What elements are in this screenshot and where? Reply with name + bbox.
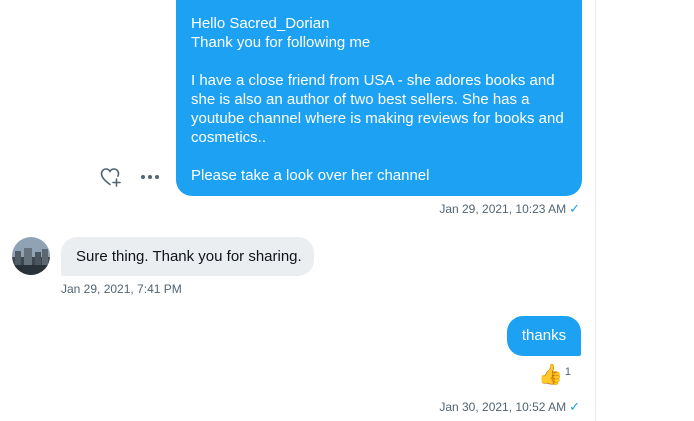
panel-divider	[595, 0, 596, 421]
incoming-message-bubble[interactable]: Sure thing. Thank you for sharing.	[61, 237, 314, 276]
timestamp-text: Jan 29, 2021, 7:41 PM	[61, 282, 182, 296]
message-line: cosmetics..	[191, 129, 267, 146]
avatar[interactable]	[12, 237, 50, 275]
timestamp-text: Jan 30, 2021, 10:52 AM	[439, 400, 567, 414]
outgoing-message-bubble[interactable]: thanks	[507, 316, 581, 356]
message-timestamp: Jan 29, 2021, 10:23 AM ✓	[439, 201, 580, 217]
outgoing-message-bubble[interactable]: Hello Sacred_Dorian Thank you for follow…	[176, 0, 582, 196]
message-text: Sure thing. Thank you for sharing.	[76, 248, 302, 265]
message-line: Thank you for following me	[191, 34, 371, 51]
sent-check-icon: ✓	[569, 399, 580, 414]
message-line: youtube channel where is making reviews …	[191, 110, 564, 127]
message-timestamp: Jan 30, 2021, 10:52 AM ✓	[439, 399, 580, 415]
heart-plus-icon[interactable]	[100, 166, 122, 188]
message-text: thanks	[521, 327, 567, 344]
message-line: she is also an author of two best seller…	[191, 91, 530, 108]
message-timestamp: Jan 29, 2021, 7:41 PM	[61, 282, 182, 296]
timestamp-text: Jan 29, 2021, 10:23 AM	[439, 202, 567, 216]
message-line: Please take a look over her channel	[191, 167, 430, 184]
sent-check-icon: ✓	[569, 201, 580, 216]
thumbs-up-icon: 👍	[538, 364, 563, 386]
more-horizontal-icon[interactable]	[139, 166, 161, 188]
message-line: Hello Sacred_Dorian	[191, 15, 330, 32]
reaction-count: 1	[564, 366, 572, 378]
message-reaction[interactable]: 👍 1	[538, 363, 571, 387]
message-actions	[100, 166, 161, 188]
message-line: I have a close friend from USA - she ado…	[191, 72, 555, 89]
